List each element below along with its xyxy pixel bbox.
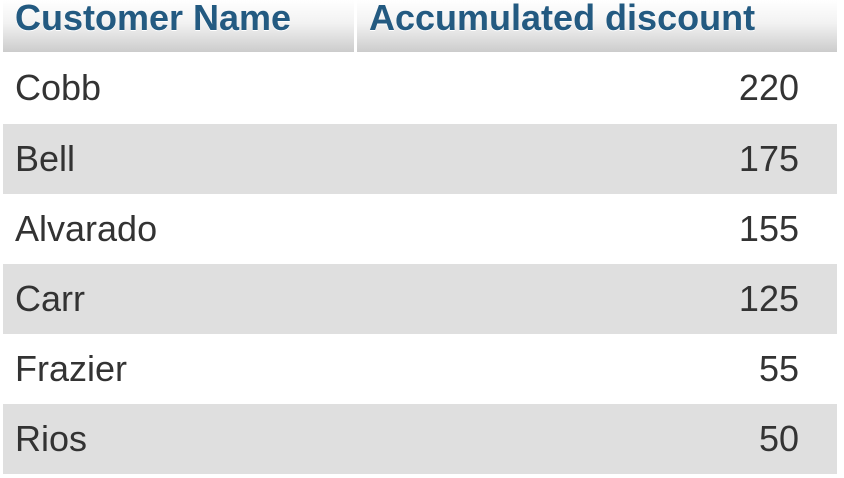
header-row: Customer Name Accumulated discount	[3, 0, 837, 52]
table-row[interactable]: Alvarado 155	[3, 194, 837, 264]
discount-cell: 125	[357, 264, 837, 334]
customer-name-cell: Bell	[3, 124, 357, 194]
table-row[interactable]: Carr 125	[3, 264, 837, 334]
discount-cell: 155	[357, 194, 837, 264]
discount-cell: 50	[357, 404, 837, 474]
table-row[interactable]: Bell 175	[3, 124, 837, 194]
results-table: Customer Name Accumulated discount Cobb …	[3, 0, 837, 474]
discount-cell: 55	[357, 334, 837, 404]
table-row[interactable]: Cobb 220	[3, 52, 837, 124]
table-row[interactable]: Frazier 55	[3, 334, 837, 404]
discount-cell: 220	[357, 52, 837, 124]
discount-cell: 175	[357, 124, 837, 194]
table-row[interactable]: Rios 50	[3, 404, 837, 474]
column-header-customer-name[interactable]: Customer Name	[3, 0, 357, 52]
customer-name-cell: Rios	[3, 404, 357, 474]
customer-name-cell: Cobb	[3, 52, 357, 124]
customer-name-cell: Alvarado	[3, 194, 357, 264]
column-header-accumulated-discount[interactable]: Accumulated discount	[357, 0, 837, 52]
customer-name-cell: Frazier	[3, 334, 357, 404]
customer-name-cell: Carr	[3, 264, 357, 334]
